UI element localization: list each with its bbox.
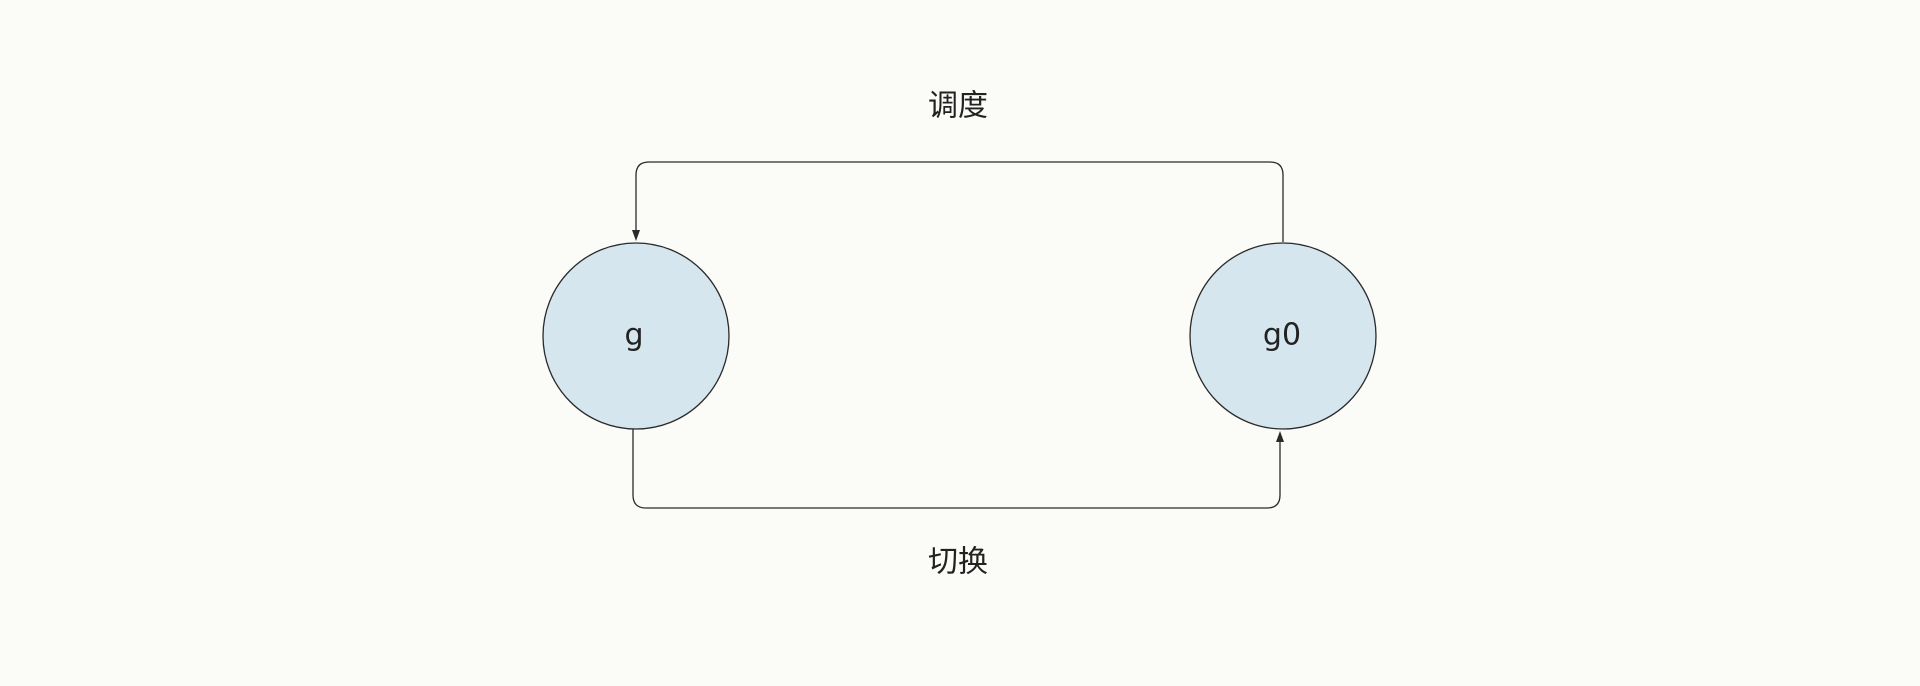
schedule-arrowhead-icon xyxy=(632,230,640,241)
switch-connector-line xyxy=(632,429,1281,509)
switch-arrowhead-icon xyxy=(1276,431,1284,442)
switch-edge-label: 切换 xyxy=(928,545,988,580)
schedule-connector-line xyxy=(635,161,1284,242)
edge-switch: 切换 xyxy=(632,429,1284,580)
node-g-label: g xyxy=(624,318,643,353)
edge-schedule: 调度 xyxy=(632,89,1284,242)
node-g: g xyxy=(542,242,730,430)
node-g0-label: g0 xyxy=(1263,318,1301,353)
goroutine-switch-diagram: 调度 切换 g g0 xyxy=(542,89,1377,580)
schedule-edge-label: 调度 xyxy=(928,89,988,124)
node-g0: g0 xyxy=(1189,242,1377,430)
